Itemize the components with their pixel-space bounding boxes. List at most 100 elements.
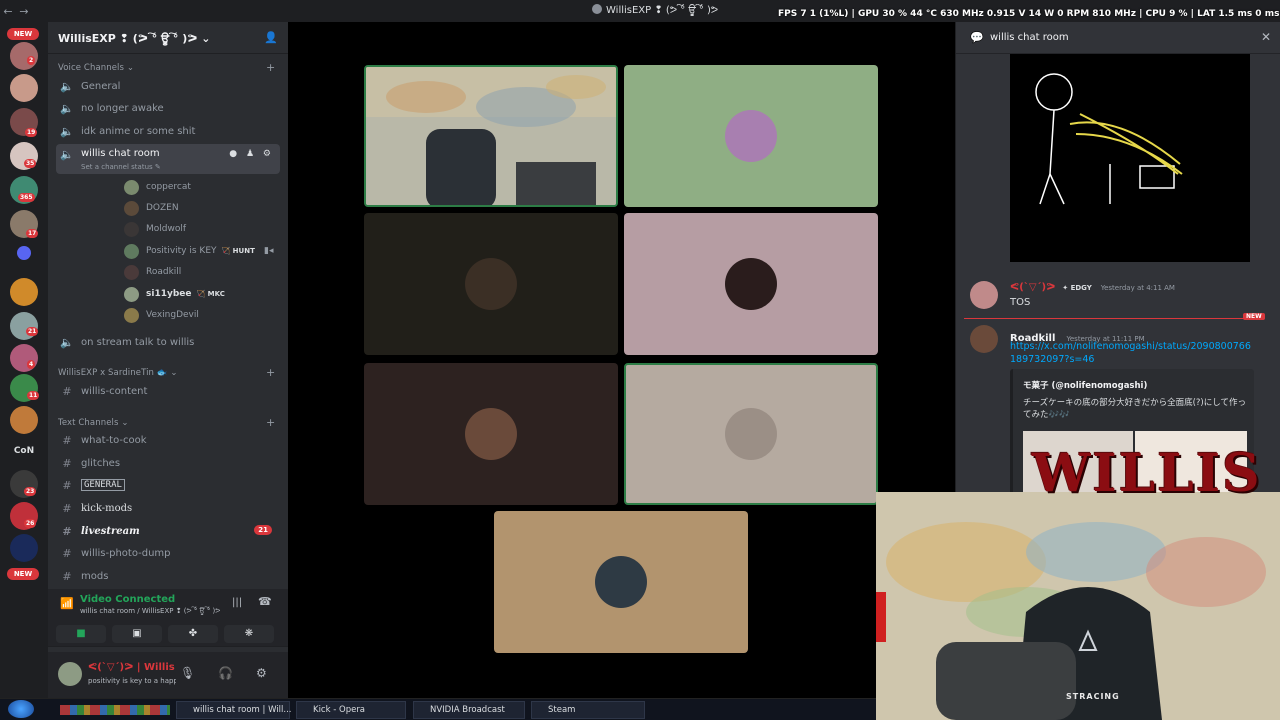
signal-icon[interactable]: 📶: [60, 597, 74, 610]
streamer-webcam: STRACING: [876, 492, 1280, 720]
voice-channel[interactable]: 🔈 General: [56, 76, 280, 96]
avatar: [124, 286, 139, 302]
voice-category[interactable]: Voice Channels ⌄ +: [58, 61, 275, 74]
voice-channel[interactable]: 🔈 no longer awake: [56, 98, 280, 118]
create-channel-icon[interactable]: +: [266, 61, 275, 74]
settings-icon[interactable]: ⚙: [256, 666, 267, 680]
disconnect-icon[interactable]: ☎: [258, 595, 272, 608]
server-icon: [592, 4, 602, 14]
new-badge: NEW: [7, 568, 39, 580]
message-header: ᕙ(`▽´)ᕗ ✦ EDGY Yesterday at 4:11 AM: [1010, 282, 1175, 293]
taskbar-item-steam[interactable]: Steam: [531, 701, 645, 719]
taskbar-item-opera[interactable]: Kick - Opera: [296, 701, 406, 719]
avatar[interactable]: [58, 662, 82, 686]
server-icon[interactable]: [10, 406, 38, 434]
text-channel[interactable]: # willis-content: [56, 381, 280, 401]
text-channel[interactable]: # kick-mods: [56, 498, 280, 518]
video-tile[interactable]: [364, 363, 618, 505]
message-link[interactable]: https://x.com/nolifenomogashi/status/209…: [1010, 340, 1256, 366]
voice-user[interactable]: Positivity is KEY 🏹 HUNT: [124, 241, 255, 261]
new-divider-label: NEW: [1243, 313, 1265, 320]
video-tile[interactable]: [364, 213, 618, 355]
collab-category[interactable]: WillisEXP x SardineTin 🐟 ⌄ +: [58, 366, 275, 379]
channel-tools[interactable]: ● ♟ ⚙: [229, 149, 274, 159]
server-header[interactable]: WillisEXP ❢ (ᕗ ͠° ਊ ͠° )ᕗ ⌄ 👤: [48, 22, 288, 54]
server-folder-icon[interactable]: [17, 246, 31, 260]
voice-user[interactable]: coppercat: [124, 177, 191, 197]
connection-status[interactable]: Video Connected: [80, 594, 175, 605]
voice-user[interactable]: Roadkill: [124, 262, 181, 282]
server-con-icon[interactable]: CoN: [10, 446, 38, 456]
avatar: [465, 408, 517, 460]
hash-icon: #: [62, 478, 72, 492]
text-category[interactable]: Text Channels ⌄ +: [58, 416, 275, 429]
text-channel[interactable]: # mods: [56, 566, 280, 586]
screen-share-button[interactable]: ▣: [112, 625, 162, 643]
avatar: [725, 258, 777, 310]
server-icon[interactable]: [10, 534, 38, 562]
voice-channel-active[interactable]: 🔈 willis chat room Set a channel status ✎…: [56, 144, 280, 174]
voice-connection-panel: 📶 Video Connected willis chat room / Wil…: [48, 589, 288, 647]
mention-badge: 26: [24, 519, 37, 528]
soundboard-button[interactable]: ❋: [224, 625, 274, 643]
performance-overlay: FPS 7 1 (1%L) | GPU 30 % 44 °C 630 MHz 0…: [778, 9, 1280, 19]
camera-icon: ■: [76, 628, 86, 639]
close-icon[interactable]: ✕: [1261, 30, 1271, 44]
avatar[interactable]: [970, 325, 998, 353]
chevron-down-icon: ⌄: [201, 32, 211, 45]
server-icon[interactable]: [10, 278, 38, 306]
voice-user[interactable]: Moldwolf: [124, 219, 186, 239]
video-tile[interactable]: [624, 65, 878, 207]
server-icon[interactable]: [10, 74, 38, 102]
user-panel: ᕙ(`▽´)ᕗ | Willis positivity is key to a …: [48, 652, 288, 698]
embed-author[interactable]: モ菓子 (@nolifenomogashi): [1023, 379, 1147, 391]
video-tile-webcam[interactable]: [364, 65, 618, 207]
hash-icon: #: [62, 546, 72, 560]
user-tag: ✦ EDGY: [1062, 284, 1092, 292]
speaker-icon: 🔈: [60, 335, 74, 349]
camera-button[interactable]: ■: [56, 625, 106, 643]
channel-status[interactable]: Set a channel status ✎: [81, 163, 161, 171]
noise-suppression-icon[interactable]: |||: [232, 597, 242, 608]
taskbar-item-nvidia[interactable]: NVIDIA Broadcast: [413, 701, 525, 719]
video-tile[interactable]: [624, 213, 878, 355]
forward-arrow-icon[interactable]: →: [16, 5, 32, 18]
drawing-image[interactable]: [1010, 54, 1250, 262]
create-channel-icon[interactable]: +: [266, 366, 275, 379]
activities-button[interactable]: ✤: [168, 625, 218, 643]
video-tile[interactable]: [494, 511, 748, 653]
server-icon[interactable]: [10, 42, 38, 70]
text-channel[interactable]: # GENERAL: [56, 475, 280, 495]
taskbar-item-discord[interactable]: willis chat room | Will...: [176, 701, 292, 719]
create-channel-icon[interactable]: +: [266, 416, 275, 429]
text-channel[interactable]: # willis-photo-dump: [56, 543, 280, 563]
voice-user[interactable]: si11ybee 🏹 MKC: [124, 284, 225, 304]
quick-launch-icons[interactable]: [60, 705, 170, 715]
video-tile-speaking[interactable]: [624, 363, 878, 505]
screen: ← → WillisEXP ❢ (ᕗ ͠° ਊ ͠° )ᕗ FPS 7 1 (1…: [0, 0, 1280, 720]
mention-badge: 35: [24, 159, 37, 168]
avatar: [124, 307, 139, 323]
text-channel[interactable]: # livestream 21: [56, 521, 280, 541]
start-button[interactable]: [8, 700, 34, 718]
hash-icon: #: [62, 501, 72, 515]
microphone-icon[interactable]: 🎙: [180, 666, 195, 680]
voice-user[interactable]: VexingDevil: [124, 305, 199, 325]
voice-channel[interactable]: 🔈 idk anime or some shit: [56, 121, 280, 141]
channel-sidebar: WillisEXP ❢ (ᕗ ͠° ਊ ͠° )ᕗ ⌄ 👤 Voice Chan…: [48, 22, 288, 698]
video-stage: [288, 22, 955, 698]
avatar: [725, 110, 777, 162]
add-member-icon[interactable]: 👤: [264, 31, 278, 44]
back-arrow-icon[interactable]: ←: [0, 5, 16, 18]
voice-user[interactable]: DOZEN: [124, 198, 179, 218]
avatar: [124, 264, 139, 280]
connection-channel[interactable]: willis chat room / WillisEXP ❢ (ᕗ ͠° ਊ ͠…: [80, 607, 220, 616]
avatar: [124, 221, 139, 237]
voice-channel[interactable]: 🔈 on stream talk to willis: [56, 332, 280, 352]
username[interactable]: ᕙ(`▽´)ᕗ | Willis: [88, 662, 175, 673]
text-channel[interactable]: # glitches: [56, 453, 280, 473]
hash-icon: #: [62, 433, 72, 447]
avatar[interactable]: [970, 281, 998, 309]
text-channel[interactable]: # what-to-cook: [56, 430, 280, 450]
headphones-icon[interactable]: 🎧: [218, 666, 233, 680]
